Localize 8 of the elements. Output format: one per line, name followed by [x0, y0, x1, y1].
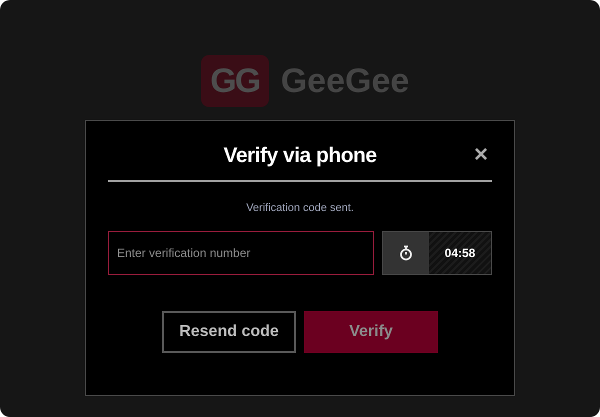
countdown-display: 04:58 — [429, 232, 491, 274]
resend-button[interactable]: Resend code — [162, 310, 296, 352]
code-input-field[interactable]: Enter verification number — [108, 230, 374, 274]
close-button[interactable]: × — [474, 143, 488, 167]
stopwatch-icon — [399, 244, 413, 260]
logo-mark: GG — [200, 55, 269, 107]
status-message: Verification code sent. — [246, 201, 354, 216]
dialog-title: Verify via phone — [223, 142, 377, 169]
